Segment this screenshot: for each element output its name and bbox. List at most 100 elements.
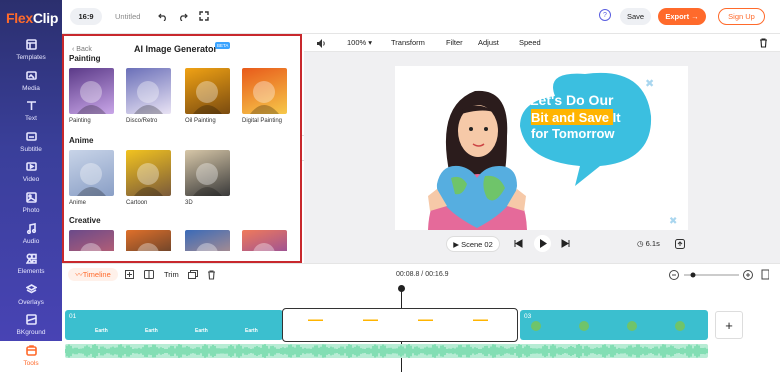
style-label: 3D <box>185 200 193 206</box>
play-button[interactable] <box>534 235 551 252</box>
panel-title: AI Image Generator <box>134 44 218 54</box>
svg-text:▬▬▬: ▬▬▬ <box>308 317 323 323</box>
elements-icon <box>25 253 37 264</box>
style-thumbnail[interactable] <box>242 68 287 114</box>
play-icon <box>539 239 547 248</box>
style-thumbnail[interactable] <box>126 68 171 114</box>
project-title[interactable]: Untitled <box>115 12 140 21</box>
sidebar-item-audio[interactable]: Audio <box>0 219 62 249</box>
sidebar-item-label: Templates <box>16 54 46 61</box>
decor-cross-icon-2: ✖ <box>669 216 677 227</box>
headline-line-2: Bit and Save It <box>531 110 621 125</box>
style-thumbnail[interactable] <box>69 150 114 196</box>
top-bar: 16:9 Untitled ? Save Export → Sign Up <box>62 0 780 34</box>
audio-icon <box>26 222 36 234</box>
style-label: Anime <box>69 200 87 206</box>
delete-icon[interactable] <box>759 38 768 48</box>
duplicate-icon[interactable] <box>188 270 198 279</box>
style-label: Disco/Retro <box>126 118 158 124</box>
beta-badge: BETA <box>215 42 231 49</box>
speed-button[interactable]: Speed <box>519 38 541 47</box>
style-thumbnail[interactable] <box>126 150 171 196</box>
svg-text:Earth: Earth <box>195 328 208 334</box>
scene-selector[interactable]: ▶ Scene 02 <box>446 236 500 252</box>
media-icon <box>25 70 37 80</box>
fit-screen-icon[interactable] <box>675 239 685 249</box>
sidebar-item-label: Overlays <box>18 298 44 306</box>
sidebar-item-templates[interactable]: Templates <box>0 35 62 65</box>
next-icon[interactable] <box>561 239 571 248</box>
timeline-clip-3[interactable]: 03 <box>520 310 708 340</box>
fullscreen-icon[interactable] <box>199 11 209 21</box>
sidebar-item-label: Subtitle <box>20 145 42 153</box>
sign-up-button[interactable]: Sign Up <box>718 8 765 25</box>
svg-text:▬▬▬: ▬▬▬ <box>473 317 488 323</box>
sidebar-item-label: Tools <box>23 360 39 367</box>
add-scene-icon[interactable] <box>125 270 134 279</box>
sidebar-item-label: Photo <box>22 207 40 214</box>
redo-icon[interactable] <box>178 11 188 21</box>
svg-text:Earth: Earth <box>245 328 258 334</box>
svg-text:Earth: Earth <box>145 328 158 334</box>
timeline-delete-icon[interactable] <box>207 270 216 280</box>
filter-button[interactable]: Filter <box>446 38 463 47</box>
add-clip-button[interactable]: + <box>715 311 743 339</box>
sidebar-item-subtitle[interactable]: Subtitle <box>0 127 62 157</box>
video-canvas[interactable]: Let's Do Our Bit and Save It for Tomorro… <box>395 66 688 230</box>
style-label: Oil Painting <box>185 118 216 124</box>
text-icon <box>26 101 36 111</box>
scene-duration[interactable]: ◷ 6.1s <box>637 239 660 248</box>
sidebar-item-elements[interactable]: Elements <box>0 249 62 279</box>
transform-button[interactable]: Transform <box>391 38 425 47</box>
sidebar-item-text[interactable]: Text <box>0 96 62 126</box>
aspect-ratio-button[interactable]: 16:9 <box>70 8 102 25</box>
flexclip-logo[interactable]: FlexClip <box>6 10 58 26</box>
templates-icon <box>25 39 37 50</box>
split-icon[interactable] <box>144 270 154 279</box>
volume-icon[interactable] <box>316 39 326 48</box>
export-button[interactable]: Export → <box>658 8 706 25</box>
style-label: Digital Painting <box>242 118 283 124</box>
sidebar-item-tools[interactable]: Tools <box>0 341 62 371</box>
help-icon[interactable]: ? <box>599 9 611 21</box>
sidebar-item-label: Elements <box>17 268 45 276</box>
zoom-dropdown[interactable]: 100% ▾ <box>347 38 372 47</box>
sidebar-item-overlays[interactable]: Overlays <box>0 280 62 310</box>
svg-text:Earth: Earth <box>95 328 108 334</box>
sidebar-item-label: Audio <box>22 237 40 245</box>
trim-button[interactable]: Trim <box>164 270 179 279</box>
tools-icon <box>25 345 37 356</box>
style-thumbnail[interactable] <box>69 68 114 114</box>
undo-icon[interactable] <box>158 11 168 21</box>
timeline-clip-2-selected[interactable]: ▬▬▬ ▬▬▬ ▬▬▬ ▬▬▬ <box>282 308 518 342</box>
timeline-toggle[interactable]: 〰 Timeline <box>68 268 118 281</box>
save-button[interactable]: Save <box>620 8 651 25</box>
svg-text:▬▬▬: ▬▬▬ <box>418 317 433 323</box>
sidebar: FlexClip Templates Media Text Subtitle Video… <box>0 0 62 371</box>
timeline-clip-1[interactable]: 01 Earth Earth Earth Earth <box>65 310 283 340</box>
zoom-slider[interactable] <box>669 269 769 281</box>
sidebar-item-photo[interactable]: Photo <box>0 188 62 218</box>
headline-line-3: for Tomorrow <box>531 126 615 141</box>
section-title-painting: Painting <box>69 54 101 63</box>
decor-cross-icon: ✖ <box>645 78 654 90</box>
section-title-anime: Anime <box>69 136 94 145</box>
subtitle-icon <box>25 131 37 141</box>
sidebar-item-video[interactable]: Video <box>0 157 62 187</box>
previous-icon[interactable] <box>513 239 523 248</box>
style-label: Cartoon <box>126 200 148 206</box>
headline-line-1: Let's Do Our <box>530 92 614 108</box>
photo-icon <box>25 192 37 203</box>
sidebar-item-bkground[interactable]: BKground <box>0 310 62 340</box>
sidebar-item-label: Text <box>25 115 37 123</box>
back-button[interactable]: ‹ Back <box>72 46 92 53</box>
style-thumbnail[interactable] <box>185 68 230 114</box>
audio-waveform-track[interactable] <box>65 344 708 358</box>
sidebar-item-label: BKground <box>16 329 46 337</box>
section-title-creative: Creative <box>69 216 101 225</box>
style-thumbnail[interactable] <box>185 150 230 196</box>
edit-toolbar: 100% ▾ Transform Filter Adjust Speed <box>304 34 780 52</box>
scene-illustration: Let's Do Our Bit and Save It for Tomorro… <box>428 72 677 230</box>
sidebar-item-media[interactable]: Media <box>0 66 62 96</box>
adjust-button[interactable]: Adjust <box>478 38 499 47</box>
